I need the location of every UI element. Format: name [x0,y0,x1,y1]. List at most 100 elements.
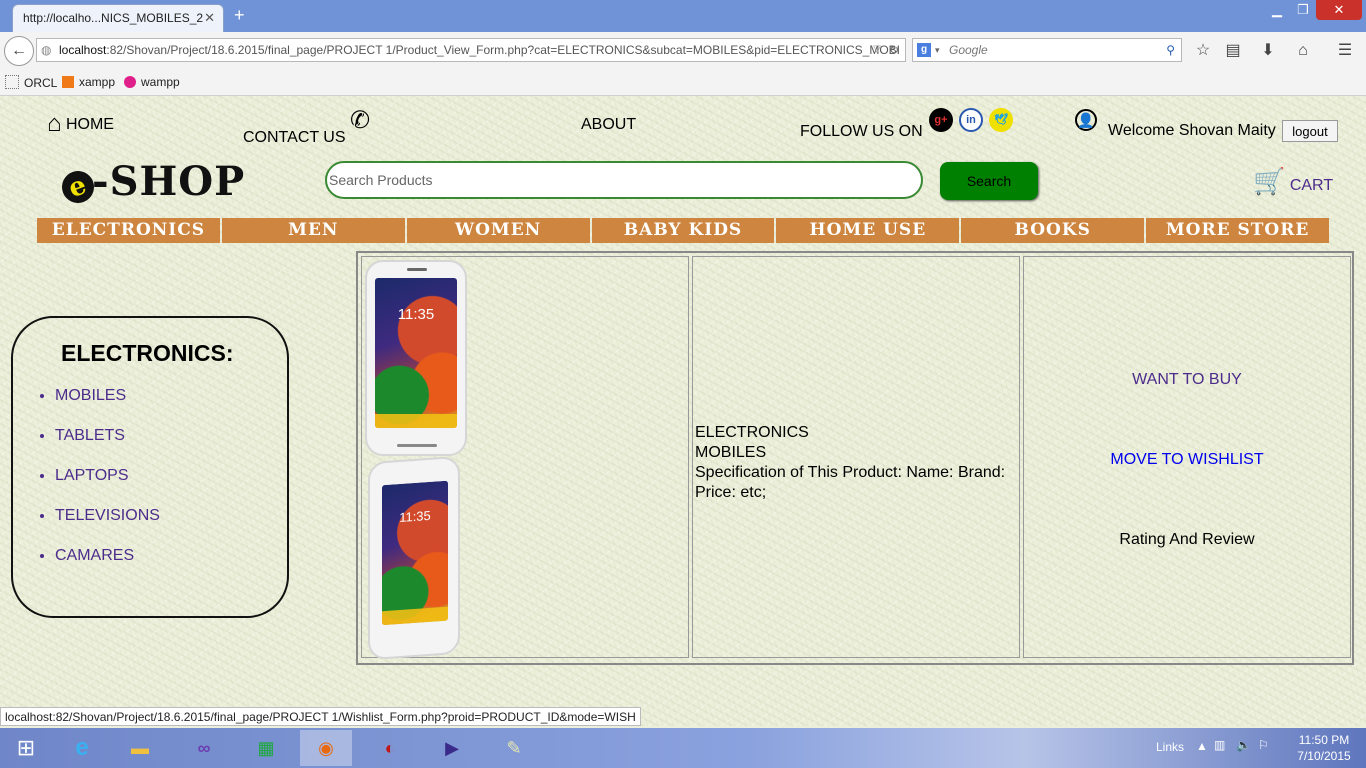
menu-electronics[interactable]: ELECTRONICS [37,218,220,243]
rating-review-text: Rating And Review [1119,531,1255,548]
product-image-front[interactable]: 11:35 [365,260,467,456]
category-sidebar: ELECTRONICS: MOBILES TABLETS LAPTOPS TEL… [11,316,289,618]
screen-dock [375,414,457,428]
firefox-icon[interactable]: ◉ [300,730,352,766]
store-icon[interactable]: ▦ [240,730,292,766]
start-icon[interactable]: ⊞ [0,730,52,766]
visual-studio-icon[interactable]: ∞ [178,730,230,766]
file-explorer-icon[interactable]: ▬ [114,730,166,766]
logout-button[interactable]: logout [1282,120,1338,142]
close-tab-icon[interactable]: ✕ [204,10,215,26]
sidebar-item-televisions[interactable]: TELEVISIONS [55,506,160,526]
sidebar-item-camares[interactable]: CAMARES [55,546,160,566]
cart-link[interactable]: 🛒 CART [1253,166,1333,197]
links-toolbar[interactable]: Links [1156,740,1196,754]
search-icon[interactable]: ⚲ [1166,39,1175,61]
bookmark-xampp[interactable]: xampp [62,75,115,89]
browser-search-placeholder: Google [949,43,988,57]
category-menu: ELECTRONICS MEN WOMEN BABY KIDS HOME USE… [37,218,1330,243]
screen-clock-angle: 11:35 [399,507,431,526]
tab-title: http://localho...NICS_MOBILES_2 [23,11,204,25]
want-to-buy-link[interactable]: WANT TO BUY [1024,371,1350,389]
menu-home-use[interactable]: HOME USE [776,218,960,243]
phone-grille [397,444,437,447]
product-category: ELECTRONICS [695,424,809,441]
google-icon[interactable]: g [917,43,931,57]
bookmark-orcl[interactable]: ORCL [5,75,57,90]
new-tab-icon[interactable]: + [234,5,245,26]
sidebar-title: ELECTRONICS: [61,340,234,366]
product-table: 11:35 11:35 ELECTRONICS MOBILES Specific… [356,251,1354,665]
about-link[interactable]: ABOUT [581,116,636,134]
clock-time[interactable]: 11:50 PM [1294,733,1354,747]
url-dropdown-icon[interactable]: ▽ [873,39,881,61]
product-info-cell: ELECTRONICS MOBILES Specification of Thi… [692,256,1020,658]
house-icon: ⌂ [47,110,62,137]
action-center-icon[interactable]: ⚐ [1258,738,1269,752]
cart-icon: 🛒 [1253,166,1286,196]
move-to-wishlist-link[interactable]: MOVE TO WISHLIST [1024,451,1350,469]
home-browser-icon[interactable]: ⌂ [1290,38,1316,64]
screen-clock: 11:35 [397,306,435,323]
bookmark-star-icon[interactable]: ☆ [1190,38,1216,64]
screen-dock-angle [382,606,448,626]
product-info: ELECTRONICS MOBILES Specification of Thi… [695,423,1019,503]
reload-icon[interactable]: ↻ [889,39,899,61]
home-link[interactable]: ⌂ HOME [47,110,114,138]
menu-icon[interactable]: ☰ [1332,38,1358,64]
sidebar-item-tablets[interactable]: TABLETS [55,426,160,446]
back-icon[interactable]: ← [4,36,34,66]
bookmarks-toolbar: ORCL xampp wampp [0,68,1366,96]
product-image-angle[interactable]: 11:35 [368,455,460,661]
browser-search-input[interactable]: g ▾ Google ⚲ [912,38,1182,62]
browser-titlebar: http://localho...NICS_MOBILES_2 ✕ + ▁ ❐ … [0,0,1366,32]
product-spec: Specification of This Product: Name: Bra… [695,464,1006,501]
menu-women[interactable]: WOMEN [406,218,590,243]
maximize-icon[interactable]: ❐ [1290,0,1316,20]
bookmark-wampp[interactable]: wampp [124,75,180,89]
window-close-icon[interactable]: ✕ [1316,0,1362,20]
engine-dropdown-icon[interactable]: ▾ [935,39,940,61]
product-search-input[interactable]: Search Products [325,161,923,199]
network-icon[interactable]: ▥ [1214,738,1225,752]
page-icon [5,75,19,89]
subcategory-list: MOBILES TABLETS LAPTOPS TELEVISIONS CAMA… [37,386,160,586]
contact-link[interactable]: CONTACT US ✆ [243,106,370,147]
phone-speaker [407,268,427,271]
download-icon[interactable]: ⬇ [1255,38,1281,64]
user-icon: 👤 [1075,109,1097,131]
clock-date[interactable]: 7/10/2015 [1294,749,1354,763]
status-url-bar: localhost:82/Shovan/Project/18.6.2015/fi… [0,707,641,726]
eshop-logo[interactable]: e-SHOP [57,158,245,208]
search-button[interactable]: Search [940,162,1038,200]
browser-tab[interactable]: http://localho...NICS_MOBILES_2 ✕ [12,4,224,32]
media-player-icon[interactable]: ◐ [364,730,416,766]
reading-list-icon[interactable]: ▤ [1220,38,1246,64]
linkedin-icon[interactable]: in [959,108,983,132]
sidebar-item-laptops[interactable]: LAPTOPS [55,466,160,486]
url-path: :82/Shovan/Project/18.6.2015/final_page/… [106,43,900,57]
notepad-icon[interactable]: ✎ [488,730,540,766]
minimize-icon[interactable]: ▁ [1264,0,1290,20]
volume-icon[interactable]: 🔈 [1236,738,1251,752]
product-image-cell: 11:35 11:35 [361,256,689,661]
url-host: localhost [59,43,107,57]
google-plus-icon[interactable]: g+ [929,108,953,132]
product-subcategory: MOBILES [695,444,767,461]
page-content: ⌂ HOME CONTACT US ✆ ABOUT FOLLOW US ON g… [0,96,1366,726]
follow-us-label: FOLLOW US ON [800,123,923,140]
phone-screen-angle: 11:35 [382,480,448,626]
visual-studio-blend-icon[interactable]: ▶ [426,730,478,766]
twitter-icon[interactable]: 🕊 [989,108,1013,132]
menu-men[interactable]: MEN [221,218,405,243]
welcome-text: Welcome Shovan Maity [1108,122,1276,139]
tray-arrow-icon[interactable]: ▲ [1196,739,1208,753]
internet-explorer-icon[interactable]: e [56,730,108,766]
address-bar[interactable]: ◍ localhost:82/Shovan/Project/18.6.2015/… [36,38,906,62]
sidebar-item-mobiles[interactable]: MOBILES [55,386,160,406]
phone-icon: ✆ [349,107,371,134]
menu-books[interactable]: BOOKS [961,218,1145,243]
menu-more-store[interactable]: MORE STORE [1146,218,1330,243]
globe-icon: ◍ [41,43,52,57]
menu-baby-kids[interactable]: BABY KIDS [591,218,775,243]
